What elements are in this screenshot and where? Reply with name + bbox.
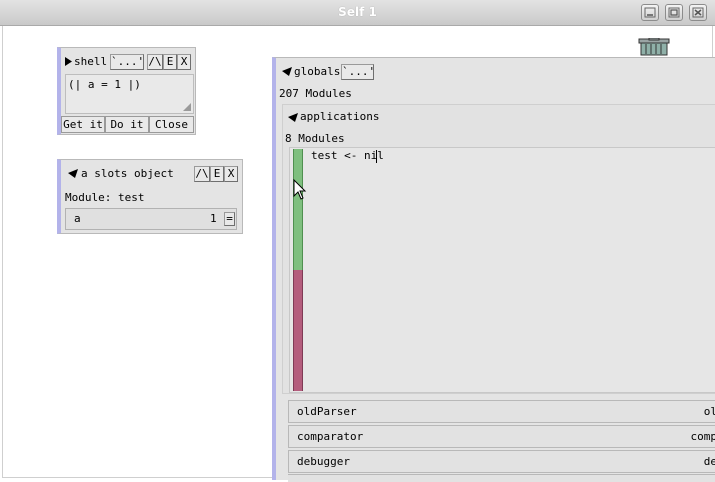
collapse-triangle-icon[interactable] xyxy=(288,113,298,122)
close-window-button[interactable] xyxy=(689,4,707,21)
maximize-button[interactable] xyxy=(665,4,683,21)
slots-dismiss-button[interactable]: X xyxy=(224,166,238,182)
slot-equals-button[interactable]: = xyxy=(224,212,235,226)
slot-name: a xyxy=(74,212,81,226)
trash-can-icon[interactable] xyxy=(636,38,672,56)
editor-text: test <- nil xyxy=(311,149,384,163)
category-name: debugger xyxy=(297,455,350,469)
category-row[interactable]: debugger de xyxy=(288,450,715,473)
mouse-pointer-icon xyxy=(293,179,307,201)
slots-edit-button[interactable]: E xyxy=(210,166,224,182)
slot-row[interactable]: a 1 = xyxy=(65,208,237,230)
slots-object-title: a slots object xyxy=(81,167,174,181)
close-icon xyxy=(692,7,704,18)
minimize-button[interactable] xyxy=(641,4,659,21)
slots-up-button[interactable]: /\ xyxy=(194,166,210,182)
globals-module-count: 207 Modules xyxy=(279,87,352,101)
category-right-label: ol xyxy=(704,405,715,419)
module-label: Module: test xyxy=(65,191,144,205)
shell-code-editor[interactable]: (| a = 1 |) xyxy=(65,74,194,114)
globals-title: globals xyxy=(294,65,340,79)
minimize-icon xyxy=(644,7,656,18)
category-name: comparator xyxy=(297,430,363,444)
window-titlebar[interactable]: Self 1 xyxy=(0,0,715,26)
category-row-partial xyxy=(288,474,715,482)
category-row[interactable]: oldParser ol xyxy=(288,400,715,423)
module-source-editor[interactable]: test <- nil xyxy=(289,147,715,393)
collapse-triangle-icon[interactable] xyxy=(68,169,78,178)
status-bar-top xyxy=(293,149,303,270)
shell-dismiss-button[interactable]: X xyxy=(177,54,191,70)
window-title: Self 1 xyxy=(0,5,715,19)
category-right-label: de xyxy=(704,455,715,469)
resize-grip-icon[interactable] xyxy=(183,103,191,111)
globals-ellipsis-button[interactable]: `...' xyxy=(341,64,374,80)
shell-edit-button[interactable]: E xyxy=(163,54,177,70)
status-bar-bottom xyxy=(293,270,303,391)
applications-category[interactable]: applications 8 Modules test <- nil xyxy=(282,104,715,394)
text-cursor xyxy=(376,150,377,163)
applications-title: applications xyxy=(300,110,379,124)
globals-outliner[interactable]: globals `...' 207 Modules applications 8… xyxy=(272,57,715,480)
shell-title: shell xyxy=(74,55,107,69)
shell-ellipsis-button[interactable]: `...' xyxy=(110,54,144,70)
maximize-icon xyxy=(668,7,680,18)
get-it-button[interactable]: Get it xyxy=(61,116,105,133)
close-button[interactable]: Close xyxy=(149,116,194,133)
expand-triangle-icon[interactable] xyxy=(65,57,73,66)
slots-object-outliner[interactable]: a slots object /\ E X Module: test a 1 = xyxy=(57,159,243,234)
shell-outliner[interactable]: shell `...' /\ E X (| a = 1 |) Get it Do… xyxy=(57,47,196,135)
do-it-button[interactable]: Do it xyxy=(105,116,149,133)
category-row[interactable]: comparator comp xyxy=(288,425,715,448)
shell-up-button[interactable]: /\ xyxy=(147,54,163,70)
collapse-triangle-icon[interactable] xyxy=(282,67,292,76)
category-right-label: comp xyxy=(691,430,715,444)
shell-code-text: (| a = 1 |) xyxy=(68,78,141,92)
slot-value: 1 xyxy=(210,212,217,226)
applications-module-count: 8 Modules xyxy=(285,132,345,146)
category-name: oldParser xyxy=(297,405,357,419)
